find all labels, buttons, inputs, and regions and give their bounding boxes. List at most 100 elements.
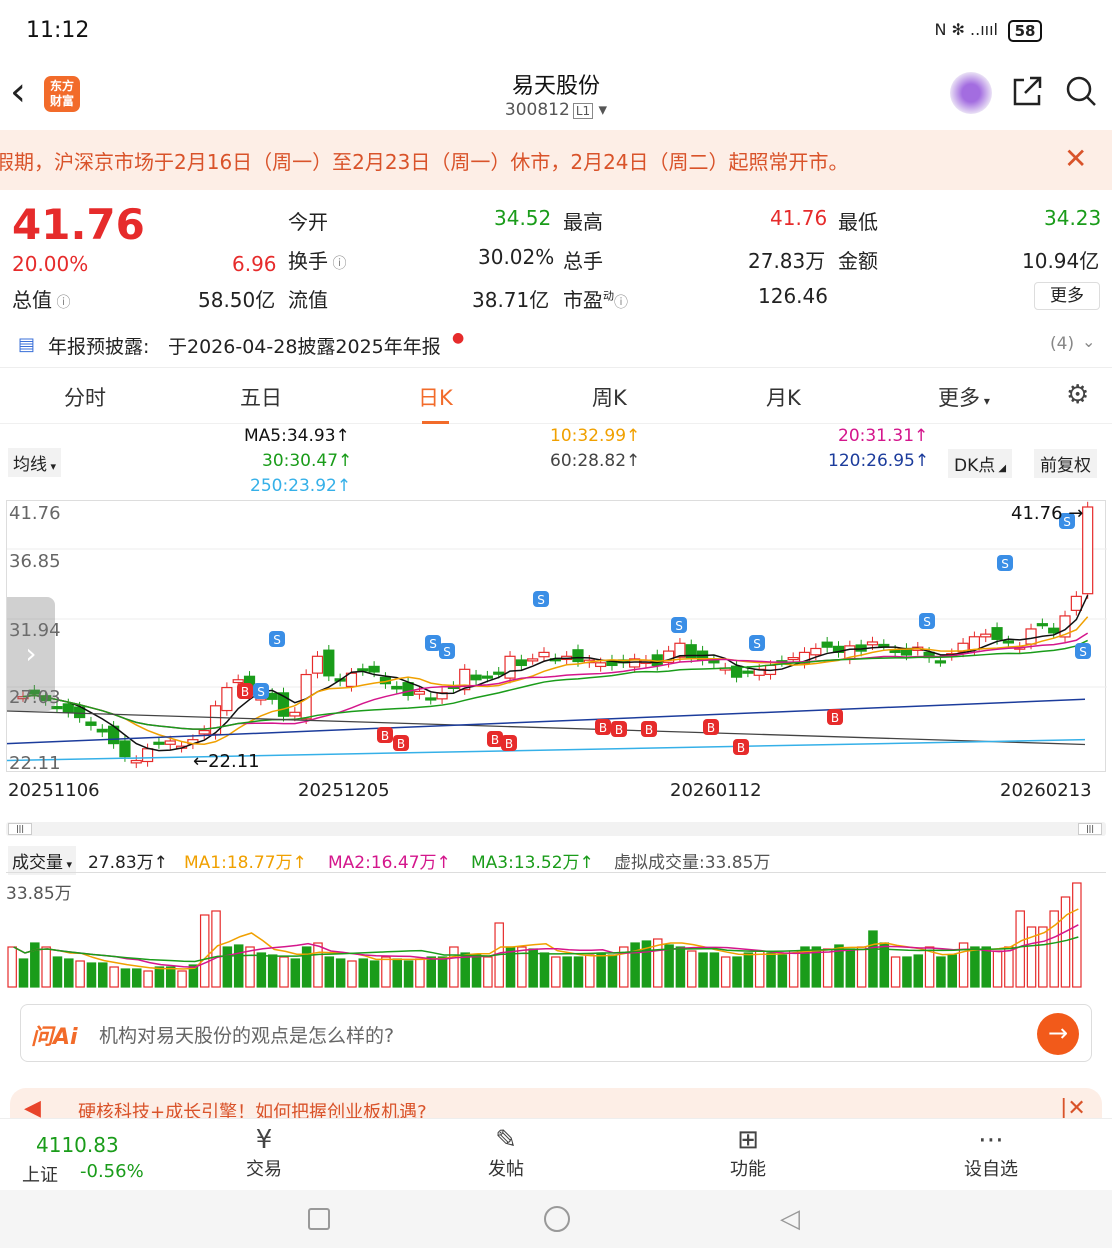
volume-bar	[177, 970, 187, 988]
candle-body	[742, 670, 754, 674]
volume-bar	[290, 958, 301, 988]
candle-body	[1036, 623, 1048, 627]
dk-point-toggle[interactable]: DK点 ◢	[948, 449, 1013, 478]
add-watchlist-button[interactable]: ⋯ 设自选	[956, 1125, 1026, 1181]
volume-bar	[335, 958, 346, 988]
index-name[interactable]: 上证	[22, 1161, 58, 1187]
volume-ma3: MA3:13.52万↑	[471, 853, 594, 873]
arrow-right-icon[interactable]: →	[1037, 1013, 1079, 1055]
trade-button[interactable]: ¥ 交易	[236, 1125, 292, 1181]
volume-bar	[233, 944, 244, 988]
recent-apps-icon[interactable]	[308, 1208, 330, 1230]
home-icon[interactable]	[544, 1206, 570, 1232]
tab-daily-k[interactable]: 日K	[418, 382, 453, 424]
adjust-mode-button[interactable]: 前复权	[1034, 449, 1097, 478]
search-icon[interactable]	[1064, 74, 1098, 112]
volume-bar	[732, 956, 742, 988]
tab-weekly-k[interactable]: 周K	[592, 382, 627, 412]
tab-five-day[interactable]: 五日	[240, 382, 282, 412]
volume-svg	[7, 882, 1082, 988]
volume-bar	[1038, 926, 1048, 988]
volume-bar	[154, 966, 165, 988]
expand-left-handle[interactable]: ›	[7, 597, 55, 711]
function-button[interactable]: ⊞ 功能	[720, 1125, 776, 1181]
volume-bar	[675, 946, 686, 988]
status-icons: N ✻ ..ıııl	[934, 20, 999, 39]
candle-body	[787, 657, 799, 661]
tab-monthly-k[interactable]: 月K	[766, 382, 801, 412]
volume-bar	[947, 954, 958, 988]
volume-bar	[301, 946, 312, 988]
volume-chart[interactable]: 33.85万	[6, 872, 1106, 988]
red-dot-icon: ●	[452, 330, 465, 346]
volume-bar	[822, 948, 833, 988]
ai-question-bar[interactable]: 问Ai 机构对易天股份的观点是怎么样的? →	[20, 1004, 1092, 1062]
candle-body	[481, 675, 493, 679]
post-button[interactable]: ✎ 发帖	[478, 1125, 534, 1181]
candle-body	[595, 662, 607, 668]
scroll-handle-right[interactable]: |||	[1078, 823, 1102, 835]
more-button[interactable]: 更多	[1034, 282, 1100, 310]
candle-body	[878, 643, 890, 648]
index-change[interactable]: -0.56%	[80, 1161, 144, 1182]
candle-body	[232, 679, 244, 684]
volume-bar	[664, 944, 674, 988]
header: ‹ 东方 财富 易天股份 300812 L1 ▾	[0, 60, 1112, 130]
candle-body	[991, 627, 1003, 640]
close-icon[interactable]: ✕	[1064, 142, 1087, 175]
candle-body	[198, 729, 210, 735]
float-value: 38.71亿	[472, 288, 550, 312]
candle-body	[402, 682, 414, 696]
scroll-handle-left[interactable]: |||	[8, 823, 32, 835]
signal-marker-label: S	[1001, 557, 1009, 571]
volume-ma1: MA1:18.77万↑	[184, 853, 307, 873]
tab-more[interactable]: 更多 ▾	[938, 382, 990, 412]
ai-assistant-avatar[interactable]	[950, 72, 992, 114]
ma60-value: 60:28.82↑	[550, 451, 641, 471]
candle-body	[527, 658, 539, 662]
volume-bar	[245, 946, 255, 988]
volume-bar	[924, 946, 935, 988]
tab-minute[interactable]: 分时	[64, 382, 106, 412]
volume-bar	[686, 950, 697, 988]
mcap-value: 58.50亿	[198, 288, 276, 312]
candle-body	[1025, 628, 1037, 645]
candle-body	[130, 759, 142, 764]
volume-selector[interactable]: 成交量 ▾	[8, 846, 77, 875]
bottom-toolbar: 4110.83 上证 -0.56% ¥ 交易 ✎ 发帖 ⊞ 功能 ⋯ 设自选	[0, 1118, 1112, 1190]
volume-bar	[856, 946, 867, 988]
candle-body	[221, 686, 233, 712]
signal-marker-label: B	[831, 711, 839, 725]
candle-body	[1082, 506, 1094, 595]
chart-scrollbar[interactable]: ||| |||	[6, 822, 1106, 836]
system-navigation: ◁	[0, 1190, 1112, 1248]
volume-bar	[109, 966, 119, 988]
signal-marker-label: S	[923, 615, 931, 629]
volume-bar	[528, 948, 538, 988]
index-value[interactable]: 4110.83	[36, 1133, 119, 1157]
status-bar: 11:12 N ✻ ..ıııl 58	[0, 0, 1112, 60]
back-triangle-icon[interactable]: ◁	[780, 1204, 800, 1234]
signal-marker-label: S	[1079, 645, 1087, 659]
share-icon[interactable]	[1010, 74, 1044, 116]
candle-body	[311, 655, 324, 674]
report-count: (4)	[1050, 334, 1075, 354]
report-disclosure[interactable]: ▤ 年报预披露: 于2026-04-28披露2025年年报 ● (4) ⌄	[0, 320, 1112, 368]
promo-banner[interactable]: ◀ 硬核科技+成长引擎！如何把握创业板机遇? |✕	[10, 1088, 1102, 1122]
volume-bar	[743, 952, 754, 988]
kline-chart[interactable]: BSSBBSSBBSBBBSBBSBSSSS 41.76 36.85 31.94…	[6, 500, 1107, 774]
volume-bar	[64, 958, 74, 988]
volume-bar	[698, 952, 708, 988]
stock-code: 300812 L1 ▾	[504, 100, 608, 120]
volume-bar	[120, 968, 131, 988]
document-icon: ▤	[18, 334, 36, 355]
x-tick: 20260112	[670, 780, 762, 801]
volume-value: 27.83万	[748, 249, 826, 273]
x-tick: 20251205	[298, 780, 390, 801]
volume-bar	[505, 946, 516, 988]
candle-body	[493, 671, 505, 675]
ma-selector[interactable]: 均线 ▾	[8, 448, 62, 477]
candle-body	[980, 633, 992, 638]
candle-body	[391, 685, 403, 690]
settings-gear-icon[interactable]: ⚙	[1066, 380, 1089, 410]
